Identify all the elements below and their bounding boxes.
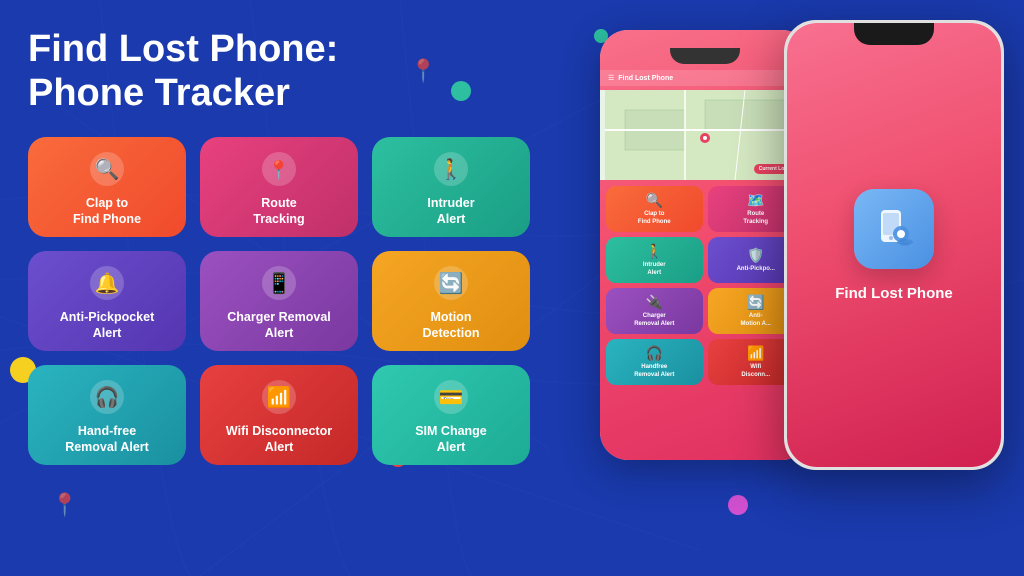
left-panel: Find Lost Phone: Phone Tracker 🔍 Clap to … — [0, 0, 560, 576]
mini-card-icon-4: 🔌 — [646, 294, 663, 311]
feature-card-clap-to-find[interactable]: 🔍 Clap to Find Phone — [28, 137, 186, 237]
feature-card-intruder-alert[interactable]: 🚶 Intruder Alert — [372, 137, 530, 237]
mini-card-label-5: Anti- Motion A... — [741, 313, 771, 327]
phone-back-title: Find Lost Phone — [618, 75, 673, 82]
mini-card-icon-7: 📶 — [747, 345, 764, 362]
mini-card-label-0: Clap to Find Phone — [638, 211, 671, 225]
feature-card-wifi-disconnector[interactable]: 📶 Wifi Disconnector Alert — [200, 365, 358, 465]
feature-card-sim-change[interactable]: 💳 SIM Change Alert — [372, 365, 530, 465]
svg-text:🚶: 🚶 — [439, 157, 464, 181]
card-label-wifi-disconnector: Wifi Disconnector Alert — [226, 424, 332, 455]
feature-card-motion-detection[interactable]: 🔄 Motion Detection — [372, 251, 530, 351]
feature-grid: 🔍 Clap to Find Phone 📍 Route Tracking 🚶 Intru… — [28, 137, 540, 465]
card-icon-wifi-disconnector: 📶 — [256, 375, 302, 418]
mini-card-2: 🚶 Intruder Alert — [606, 237, 703, 283]
phone-back: ☰ Find Lost Phone Current Location 🔍 Clap… — [600, 30, 810, 460]
feature-card-anti-pickpocket[interactable]: 🔔 Anti-Pickpocket Alert — [28, 251, 186, 351]
card-icon-handfree-removal: 🎧 — [84, 375, 130, 418]
phone-back-header: ☰ Find Lost Phone — [600, 70, 810, 86]
mini-card-icon-6: 🎧 — [646, 345, 663, 362]
mini-card-label-3: Anti-Pickpo... — [737, 266, 775, 273]
phone-front: Find Lost Phone — [784, 20, 1004, 470]
mini-card-label-6: Handfree Removal Alert — [634, 364, 674, 378]
card-label-handfree-removal: Hand-free Removal Alert — [65, 424, 149, 455]
svg-text:📍: 📍 — [268, 159, 290, 180]
svg-text:🔔: 🔔 — [95, 272, 120, 295]
feature-card-charger-removal[interactable]: 📱 Charger Removal Alert — [200, 251, 358, 351]
mini-card-icon-0: 🔍 — [646, 192, 663, 209]
notch-front — [854, 23, 934, 45]
feature-card-route-tracking[interactable]: 📍 Route Tracking — [200, 137, 358, 237]
card-icon-clap-to-find: 🔍 — [84, 147, 130, 190]
notch-back — [670, 48, 740, 64]
card-label-sim-change: SIM Change Alert — [415, 424, 487, 455]
right-panel: ☰ Find Lost Phone Current Location 🔍 Clap… — [560, 0, 1024, 576]
card-icon-motion-detection: 🔄 — [428, 261, 474, 304]
mini-card-label-1: Route Tracking — [743, 211, 768, 225]
mini-card-0: 🔍 Clap to Find Phone — [606, 186, 703, 232]
phone-map: Current Location — [600, 90, 810, 180]
card-icon-anti-pickpocket: 🔔 — [84, 261, 130, 304]
mini-card-6: 🎧 Handfree Removal Alert — [606, 339, 703, 385]
mini-card-icon-3: 🛡️ — [747, 247, 764, 264]
card-icon-route-tracking: 📍 — [256, 147, 302, 190]
mini-card-label-4: Charger Removal Alert — [634, 313, 674, 327]
app-title: Find Lost Phone: Phone Tracker — [28, 28, 540, 115]
svg-text:🎧: 🎧 — [95, 385, 120, 409]
feature-card-handfree-removal[interactable]: 🎧 Hand-free Removal Alert — [28, 365, 186, 465]
card-label-charger-removal: Charger Removal Alert — [227, 310, 331, 341]
mini-card-4: 🔌 Charger Removal Alert — [606, 288, 703, 334]
svg-text:📱: 📱 — [267, 271, 292, 295]
card-label-intruder-alert: Intruder Alert — [427, 196, 474, 227]
svg-text:📶: 📶 — [267, 385, 292, 409]
card-icon-charger-removal: 📱 — [256, 261, 302, 304]
mini-card-icon-2: 🚶 — [646, 243, 663, 260]
card-label-anti-pickpocket: Anti-Pickpocket Alert — [60, 310, 154, 341]
mini-card-label-7: Wifi Disconn... — [741, 364, 770, 378]
card-label-clap-to-find: Clap to Find Phone — [73, 196, 141, 227]
mini-grid: 🔍 Clap to Find Phone 🗺️ Route Tracking 🚶 Intr… — [600, 180, 810, 391]
card-label-route-tracking: Route Tracking — [253, 196, 304, 227]
card-icon-sim-change: 💳 — [428, 375, 474, 418]
mini-card-icon-1: 🗺️ — [747, 192, 764, 209]
svg-text:🔄: 🔄 — [439, 271, 464, 295]
card-icon-intruder-alert: 🚶 — [428, 147, 474, 190]
app-label: Find Lost Phone — [835, 285, 953, 302]
svg-text:💳: 💳 — [439, 387, 464, 409]
app-icon — [854, 189, 934, 269]
mini-card-label-2: Intruder Alert — [643, 262, 666, 276]
svg-text:🔍: 🔍 — [95, 156, 120, 181]
card-label-motion-detection: Motion Detection — [423, 310, 480, 341]
mini-card-icon-5: 🔄 — [747, 294, 764, 311]
